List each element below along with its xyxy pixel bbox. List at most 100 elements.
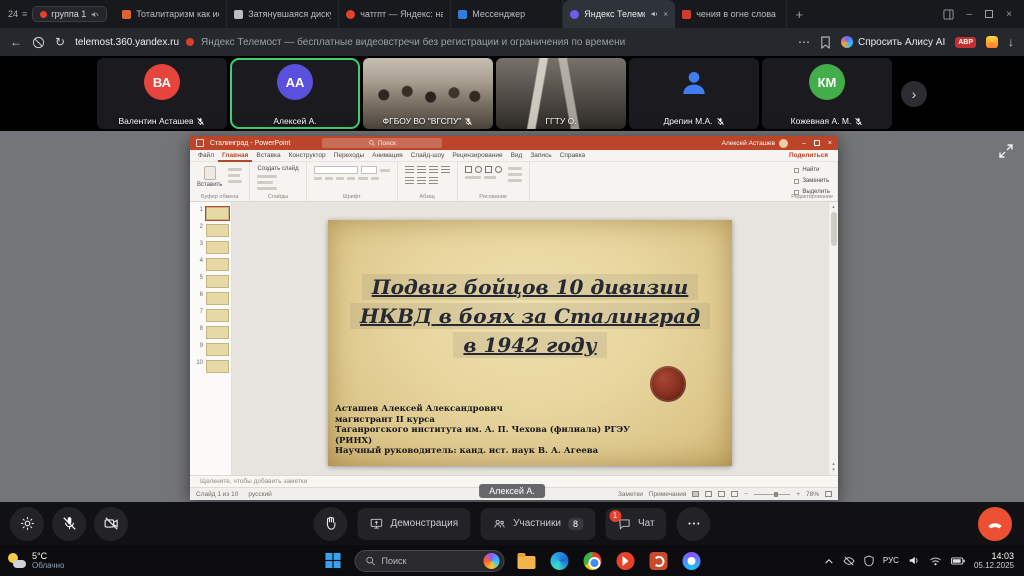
ribbon-tab[interactable]: Слайд-шоу — [407, 150, 449, 162]
scrollbar-thumb[interactable] — [831, 212, 837, 246]
weather-widget[interactable]: 5°C Облачно — [0, 551, 64, 570]
address-field[interactable]: telemost.360.yandex.ru Яндекс Телемост —… — [75, 37, 788, 48]
next-slide-icon[interactable]: ▾ — [832, 467, 835, 473]
keyboard-language[interactable]: РУС — [883, 556, 899, 565]
slideshow-icon[interactable] — [731, 491, 738, 497]
tab-telemost-active[interactable]: Яндекс Телемос × — [563, 0, 675, 28]
slide-thumbnail[interactable]: 6 — [190, 292, 231, 305]
notes-toggle[interactable]: Заметки — [618, 491, 643, 498]
slide-thumbnail[interactable]: 10 — [190, 360, 231, 373]
back-icon[interactable]: ← — [10, 35, 22, 49]
tab-group-pill[interactable]: группа 1 — [32, 6, 107, 22]
yandex-browser-icon[interactable] — [615, 550, 637, 572]
speaker-icon[interactable] — [908, 555, 920, 566]
find-button[interactable]: Найти — [794, 166, 830, 174]
file-explorer-icon[interactable] — [516, 550, 538, 572]
office-search-box[interactable]: Поиск — [322, 138, 442, 148]
tab-close-icon[interactable]: × — [663, 9, 668, 19]
ppt-close-button[interactable]: × — [828, 140, 832, 147]
ribbon-tab[interactable]: Переходы — [330, 150, 369, 162]
participant-tile-kozhevnaya[interactable]: КМ Кожевная А. М. — [762, 58, 892, 129]
reading-view-icon[interactable] — [718, 491, 725, 497]
raise-hand-button[interactable] — [313, 507, 347, 541]
zoom-level[interactable]: 78% — [806, 491, 819, 498]
participant-tile-aleksey[interactable]: АА Алексей А. — [230, 58, 360, 129]
share-button[interactable]: Поделиться — [789, 152, 834, 159]
slide-thumbnail-panel[interactable]: 1 2 3 4 5 6 — [190, 202, 232, 475]
downloads-icon[interactable]: ↓ — [1008, 35, 1014, 49]
shield-icon[interactable] — [864, 555, 874, 567]
ribbon-tab[interactable]: Анимация — [368, 150, 407, 162]
alice-app-icon[interactable] — [681, 550, 703, 572]
office-account[interactable]: Алексей Асташев — [722, 139, 788, 148]
tab-messenger[interactable]: Мессенджер — [451, 0, 563, 28]
ribbon-tab[interactable]: Рецензирование — [448, 150, 506, 162]
tab-chatgpt[interactable]: чатгпт — Яндекс: наш — [339, 0, 451, 28]
ribbon-tab[interactable]: Запись — [526, 150, 555, 162]
ppt-minimize-button[interactable]: – — [802, 140, 806, 147]
comments-toggle[interactable]: Примечания — [649, 491, 687, 498]
tabs-list-icon[interactable]: ≡ — [22, 9, 27, 19]
minimize-button[interactable]: – — [967, 9, 973, 20]
edge-browser-icon[interactable] — [549, 550, 571, 572]
participant-tile-drepin[interactable]: Дрепин М.А. — [629, 58, 759, 129]
start-button[interactable] — [322, 550, 344, 572]
participants-button[interactable]: Участники 8 — [480, 508, 595, 540]
participants-scroll-right-button[interactable]: › — [901, 81, 927, 107]
slide-thumbnail[interactable]: 7 — [190, 309, 231, 322]
zoom-slider[interactable] — [754, 494, 790, 495]
fit-slide-icon[interactable] — [825, 491, 832, 497]
taskbar-clock[interactable]: 14:03 05.12.2025 — [974, 551, 1014, 571]
eye-off-icon[interactable] — [843, 556, 855, 566]
chrome-browser-icon[interactable] — [582, 550, 604, 572]
slide-title[interactable]: Подвиг бойцов 10 дивизииНКВД в боях за С… — [328, 274, 732, 361]
maximize-button[interactable] — [985, 10, 993, 18]
new-tab-button[interactable]: + — [787, 7, 811, 22]
camera-off-button[interactable] — [94, 507, 128, 541]
slide-thumbnail[interactable]: 4 — [190, 258, 231, 271]
hidden-icons-chevron[interactable] — [824, 557, 834, 565]
slide-thumbnail[interactable]: 3 — [190, 241, 231, 254]
participant-tile-ggtu[interactable]: ГГТУ О. — [496, 58, 626, 129]
tab-audio-icon[interactable] — [650, 10, 658, 18]
panels-icon[interactable] — [943, 9, 954, 20]
taskbar-search[interactable]: Поиск — [355, 550, 505, 572]
microphone-off-button[interactable] — [52, 507, 86, 541]
new-slide-button[interactable]: Создать слайд — [257, 166, 298, 172]
ribbon-tab[interactable]: Файл — [194, 150, 218, 162]
search-highlight-icon[interactable] — [484, 553, 500, 569]
ribbon-tab[interactable]: Справка — [556, 150, 590, 162]
slide-thumbnail[interactable]: 2 — [190, 224, 231, 237]
tab-ogon-slova[interactable]: чения в огне слова пе — [675, 0, 787, 28]
battery-icon[interactable] — [951, 557, 965, 565]
adblock-plus-badge[interactable]: ABP — [955, 37, 976, 48]
powerpoint-app-icon[interactable] — [648, 550, 670, 572]
slide-thumbnail[interactable]: 5 — [190, 275, 231, 288]
ribbon-tab[interactable]: Вставка — [252, 150, 284, 162]
zoom-in-icon[interactable]: + — [796, 491, 800, 498]
ribbon-tab[interactable]: Конструктор — [285, 150, 330, 162]
powerpoint-titlebar[interactable]: Сталинград - PowerPoint Поиск Алексей Ас… — [190, 136, 838, 150]
zoom-out-icon[interactable]: − — [744, 491, 748, 498]
more-options-icon[interactable]: ⋯ — [798, 35, 810, 49]
slide-thumbnail[interactable]: 8 — [190, 326, 231, 339]
extension-icon[interactable] — [986, 36, 998, 48]
chat-button[interactable]: 1 Чат — [605, 508, 667, 540]
slide-thumbnail[interactable]: 1 — [190, 207, 231, 220]
more-actions-button[interactable] — [677, 507, 711, 541]
ribbon-tab[interactable]: Главная — [218, 150, 252, 162]
save-icon[interactable] — [196, 139, 204, 147]
network-icon[interactable] — [929, 556, 942, 566]
ask-alice-button[interactable]: Спросить Алису AI — [841, 36, 945, 48]
clipboard-mini-buttons[interactable] — [228, 166, 242, 183]
replace-button[interactable]: Заменить — [794, 177, 830, 185]
ribbon-tab[interactable]: Вид — [507, 150, 527, 162]
participant-tile-vgspu[interactable]: ФГБОУ ВО "ВГСПУ" — [363, 58, 493, 129]
vertical-scrollbar[interactable]: ▴ ▴ ▾ — [828, 202, 838, 475]
slide[interactable]: Подвиг бойцов 10 дивизииНКВД в боях за С… — [328, 220, 732, 466]
expand-share-icon[interactable] — [998, 143, 1014, 159]
screen-share-button[interactable]: Демонстрация — [357, 508, 470, 540]
paste-button[interactable]: Вставить — [197, 166, 222, 188]
language-indicator[interactable]: русский — [248, 491, 271, 498]
ribbon-group-font[interactable]: Шрифт — [307, 162, 398, 201]
